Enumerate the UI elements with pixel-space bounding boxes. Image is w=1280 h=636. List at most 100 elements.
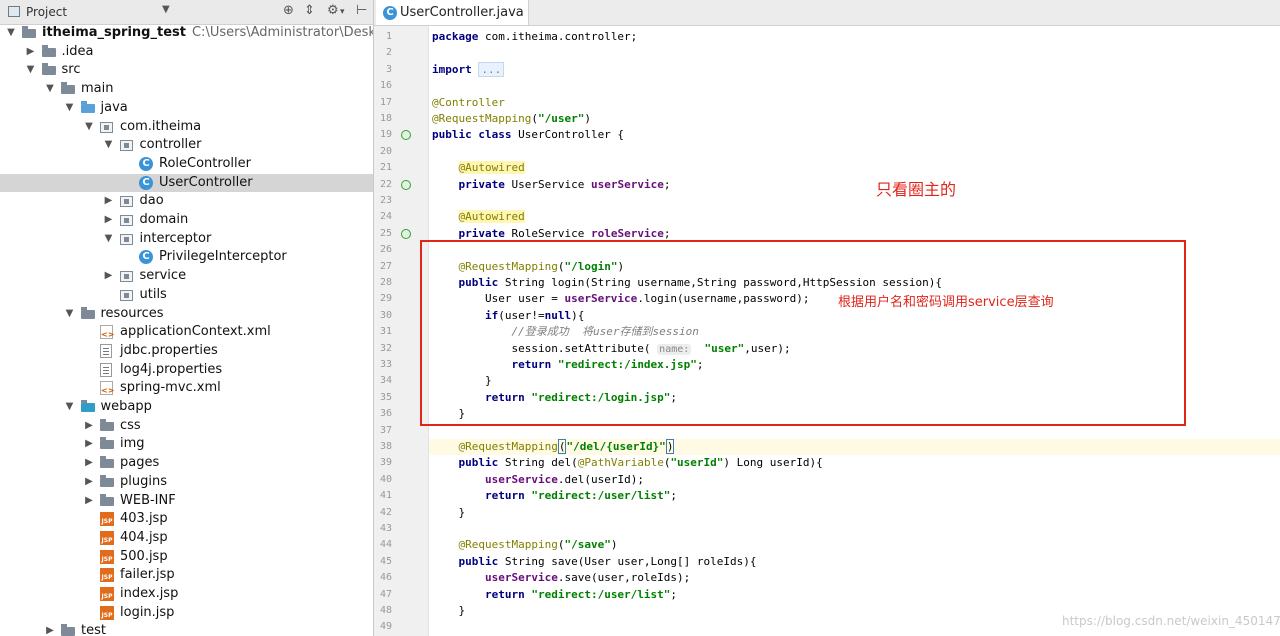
folder-icon: [100, 437, 114, 450]
code-line[interactable]: public String save(User user,Long[] role…: [432, 554, 757, 570]
tree-item[interactable]: JSP failer.jsp: [0, 566, 373, 584]
code-line[interactable]: @RequestMapping("/del/{userId}"): [429, 439, 1280, 455]
tree-item[interactable]: spring-mvc.xml: [0, 379, 373, 397]
gear-icon[interactable]: ⚙: [327, 3, 339, 18]
tree-item[interactable]: ▼ main: [0, 80, 373, 98]
chevron-down-icon[interactable]: ▼: [43, 80, 57, 98]
tree-item[interactable]: ▶ plugins: [0, 473, 373, 491]
tree-item[interactable]: log4j.properties: [0, 361, 373, 379]
code-line[interactable]: return "redirect:/user/list";: [432, 587, 677, 603]
hide-panel-icon[interactable]: ⊢: [356, 3, 367, 18]
code-line[interactable]: userService.del(userId);: [432, 472, 644, 488]
code-token: private: [458, 226, 512, 240]
folder-icon: [61, 624, 75, 636]
locate-icon[interactable]: ⊕: [283, 3, 294, 18]
chevron-right-icon[interactable]: ▶: [82, 492, 96, 510]
tree-item[interactable]: C RoleController: [0, 155, 373, 173]
chevron-down-icon[interactable]: ▼: [4, 24, 18, 42]
code-line[interactable]: public class UserController {: [432, 127, 624, 143]
chevron-right-icon[interactable]: ▶: [82, 417, 96, 435]
tree-item[interactable]: ▼ java: [0, 99, 373, 117]
line-number: 28: [379, 277, 392, 288]
chevron-right-icon[interactable]: ▶: [102, 211, 116, 229]
tree-item-label: java: [100, 99, 128, 115]
chevron-down-icon[interactable]: ▼: [63, 398, 77, 416]
bean-gutter-icon[interactable]: [401, 179, 411, 190]
code-token[interactable]: ...: [478, 61, 505, 77]
bean-gutter-icon[interactable]: [401, 228, 411, 239]
tree-item[interactable]: JSP index.jsp: [0, 585, 373, 603]
code-token: @Autowired: [458, 161, 525, 175]
tree-item-label: plugins: [120, 473, 167, 489]
package-icon: [119, 289, 133, 301]
tree-item[interactable]: ▶ pages: [0, 454, 373, 472]
tree-item[interactable]: JSP 500.jsp: [0, 548, 373, 566]
tree-item[interactable]: JSP 403.jsp: [0, 510, 373, 528]
tree-item[interactable]: ▶ test: [0, 622, 373, 636]
code-line[interactable]: private UserService userService;: [432, 177, 671, 193]
tree-item[interactable]: ▼ interceptor: [0, 230, 373, 248]
jsp-file-icon: JSP: [100, 530, 114, 545]
tree-item[interactable]: ▶ img: [0, 435, 373, 453]
chevron-down-icon[interactable]: ▼: [24, 61, 38, 79]
chevron-down-icon[interactable]: ▼: [63, 99, 77, 117]
code-line[interactable]: @Autowired: [432, 209, 525, 225]
chevron-down-icon[interactable]: ▼: [82, 118, 96, 136]
code-line[interactable]: package com.itheima.controller;: [432, 29, 637, 45]
line-number: 20: [379, 145, 392, 157]
jsp-file-icon: JSP: [100, 512, 114, 527]
tab-user-controller[interactable]: C UserController.java: [376, 0, 529, 25]
chevron-down-icon[interactable]: ▼: [102, 230, 116, 248]
tree-item[interactable]: ▶ .idea: [0, 43, 373, 61]
code-line[interactable]: public String del(@PathVariable("userId"…: [432, 455, 823, 471]
tree-item[interactable]: ▶ service: [0, 267, 373, 285]
tree-item-label: itheima_spring_test C:\Users\Administrato…: [42, 25, 373, 40]
code-line[interactable]: @Autowired: [432, 160, 525, 176]
chevron-right-icon[interactable]: ▶: [102, 267, 116, 285]
chevron-right-icon[interactable]: ▶: [82, 473, 96, 491]
code-line[interactable]: @Controller: [432, 95, 505, 111]
tree-item[interactable]: JSP login.jsp: [0, 604, 373, 622]
tree-item[interactable]: ▼ resources: [0, 305, 373, 323]
code-token: String del(: [504, 456, 578, 470]
chevron-right-icon[interactable]: ▶: [102, 192, 116, 210]
chevron-down-icon[interactable]: ▼: [102, 136, 116, 154]
code-line[interactable]: }: [432, 603, 465, 619]
chevron-right-icon[interactable]: ▶: [24, 43, 38, 61]
tree-item[interactable]: ▼ itheima_spring_test C:\Users\Administrat…: [0, 24, 373, 42]
bean-gutter-icon[interactable]: [401, 130, 411, 141]
jsp-file-icon: JSP: [100, 587, 114, 601]
chevron-down-icon[interactable]: ▼: [63, 305, 77, 323]
chevron-down-icon[interactable]: ▼: [162, 4, 170, 15]
code-line[interactable]: @RequestMapping("/user"): [432, 111, 591, 127]
tree-item[interactable]: utils: [0, 286, 373, 304]
folder-icon: [41, 44, 56, 57]
chevron-right-icon[interactable]: ▶: [82, 454, 96, 472]
tree-item-label: failer.jsp: [120, 567, 175, 583]
tree-item[interactable]: ▼ webapp: [0, 398, 373, 416]
tree-item[interactable]: ▼ com.itheima: [0, 118, 373, 136]
tree-item[interactable]: ▼ src: [0, 61, 373, 79]
tree-item-label: css: [120, 417, 141, 433]
tree-item[interactable]: C PrivilegeInterceptor: [0, 248, 373, 266]
code-line[interactable]: userService.save(user,roleIds);: [432, 570, 690, 586]
tree-item[interactable]: ▶ dao: [0, 192, 373, 210]
project-panel-title[interactable]: Project: [26, 5, 67, 19]
tree-item[interactable]: JSP 404.jsp: [0, 529, 373, 547]
tree-item[interactable]: ▶ css: [0, 417, 373, 435]
code-line[interactable]: return "redirect:/user/list";: [432, 488, 677, 504]
tree-item[interactable]: ▶ WEB-INF: [0, 492, 373, 510]
chevron-down-icon[interactable]: ▾: [340, 7, 345, 17]
code-token: "redirect:/user/list": [531, 489, 671, 503]
chevron-right-icon[interactable]: ▶: [43, 622, 57, 636]
tree-item[interactable]: applicationContext.xml: [0, 323, 373, 341]
code-line[interactable]: import ...: [432, 61, 505, 78]
collapse-all-icon[interactable]: ⇕: [304, 3, 315, 18]
tree-item[interactable]: jdbc.properties: [0, 342, 373, 360]
tree-item[interactable]: ▶ domain: [0, 211, 373, 229]
code-line[interactable]: @RequestMapping("/save"): [432, 537, 618, 553]
chevron-right-icon[interactable]: ▶: [82, 435, 96, 453]
tree-item[interactable]: C UserController: [0, 173, 373, 192]
code-line[interactable]: }: [432, 505, 465, 521]
tree-item[interactable]: ▼ controller: [0, 136, 373, 154]
